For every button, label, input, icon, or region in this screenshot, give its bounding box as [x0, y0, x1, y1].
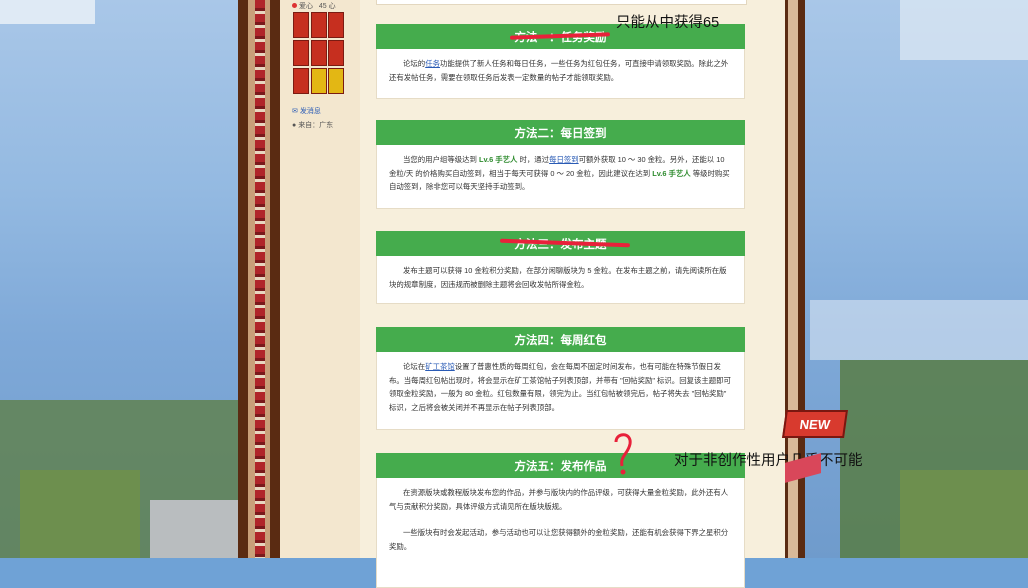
method-section: 方法五：发布作品 在资源版块或教程版块发布您的作品，并参与版块内的作品评级，可获…	[376, 453, 745, 588]
send-message-label: 发消息	[299, 108, 321, 115]
cloud-decoration	[0, 0, 95, 24]
section-title: 方法五：发布作品	[514, 460, 607, 473]
location-pin-icon: ●	[292, 122, 297, 129]
method-section: 方法二：每日签到 当您的用户组等级达到 Lv.6 手艺人 时，通过每日签到可额外…	[376, 120, 745, 209]
likes-stat: 爱心 45 心	[292, 1, 336, 11]
level-label: Lv.6 手艺人	[652, 168, 691, 178]
section-title: 方法四：每周红包	[514, 334, 607, 347]
inline-link[interactable]: 矿工茶馆	[425, 362, 455, 371]
annotation-top: 只能从中获得65	[616, 15, 720, 31]
level-label: Lv.6 手艺人	[478, 155, 518, 164]
medal-badge[interactable]	[311, 68, 327, 94]
send-message-link[interactable]: ✉ 发消息	[292, 106, 321, 116]
medal-badge[interactable]	[293, 12, 309, 38]
method-section: 方法四：每周红包 论坛在矿工茶馆设置了普惠性质的每周红包，会在每周不固定时间发布…	[376, 327, 745, 430]
medal-badge[interactable]	[328, 12, 344, 38]
cloud-decoration	[900, 0, 1028, 60]
medal-badge[interactable]	[328, 40, 344, 66]
inline-link[interactable]: 任务	[425, 59, 440, 68]
medal-badge[interactable]	[293, 40, 309, 66]
section-body: 论坛的任务功能提供了新人任务和每日任务，一些任务为红包任务，可直接申请领取奖励。…	[376, 49, 745, 99]
section-paragraph: 一些版块有时会发起活动，参与活动也可以让您获得额外的金粒奖励，还能有机会获得下界…	[389, 528, 729, 551]
tree-decoration	[900, 470, 1028, 558]
frame-chain-decoration	[255, 0, 265, 558]
inline-link[interactable]: 每日签到	[549, 155, 579, 164]
medal-badge[interactable]	[311, 12, 327, 38]
section-paragraph: 论坛的任务功能提供了新人任务和每日任务，一些任务为红包任务，可直接申请领取奖励。…	[389, 59, 729, 82]
mail-icon: ✉	[292, 108, 298, 115]
previous-box-edge	[376, 0, 747, 5]
section-title: 方法二：每日签到	[514, 127, 607, 140]
section-body: 在资源版块或教程版块发布您的作品，并参与版块内的作品评级，可获得大量金粒奖励，此…	[376, 478, 745, 588]
likes-count: 45 心	[318, 3, 336, 10]
section-paragraph: 发布主题可以获得 10 金粒积分奖励，在部分闲聊版块为 5 金粒。在发布主题之前…	[389, 266, 727, 289]
section-body: 当您的用户组等级达到 Lv.6 手艺人 时，通过每日签到可额外获取 10 ～ 3…	[376, 145, 745, 209]
section-paragraph: 论坛在矿工茶馆设置了普惠性质的每周红包，会在每周不固定时间发布，也有可能在特殊节…	[389, 362, 731, 412]
medal-badge[interactable]	[328, 68, 344, 94]
tree-decoration	[20, 470, 140, 558]
section-paragraph: 在资源版块或教程版块发布您的作品，并参与版块内的作品评级，可获得大量金粒奖励，此…	[389, 488, 729, 511]
section-body: 发布主题可以获得 10 金粒积分奖励，在部分闲聊版块为 5 金粒。在发布主题之前…	[376, 256, 745, 304]
section-body: 论坛在矿工茶馆设置了普惠性质的每周红包，会在每周不固定时间发布，也有可能在特殊节…	[376, 352, 745, 430]
cloud-decoration	[810, 300, 1028, 360]
new-badge: NEW	[782, 410, 848, 438]
stone-decoration	[150, 500, 238, 558]
location-text: 来自：广东	[298, 122, 334, 129]
red-scribble-mark	[614, 433, 632, 475]
heart-icon	[292, 3, 297, 8]
new-badge-label: NEW	[798, 416, 832, 432]
section-header: 方法二：每日签到	[376, 120, 745, 145]
section-paragraph: 当您的用户组等级达到 Lv.6 手艺人 时，通过每日签到可额外获取 10 ～ 3…	[389, 155, 730, 191]
section-header: 方法四：每周红包	[376, 327, 745, 352]
medal-badge[interactable]	[293, 68, 309, 94]
annotation-bottom: 对于非创作性用户几乎不可能	[674, 453, 863, 469]
medal-badge[interactable]	[311, 40, 327, 66]
user-location: ● 来自：广东	[292, 120, 333, 130]
likes-label: 爱心	[299, 3, 313, 10]
